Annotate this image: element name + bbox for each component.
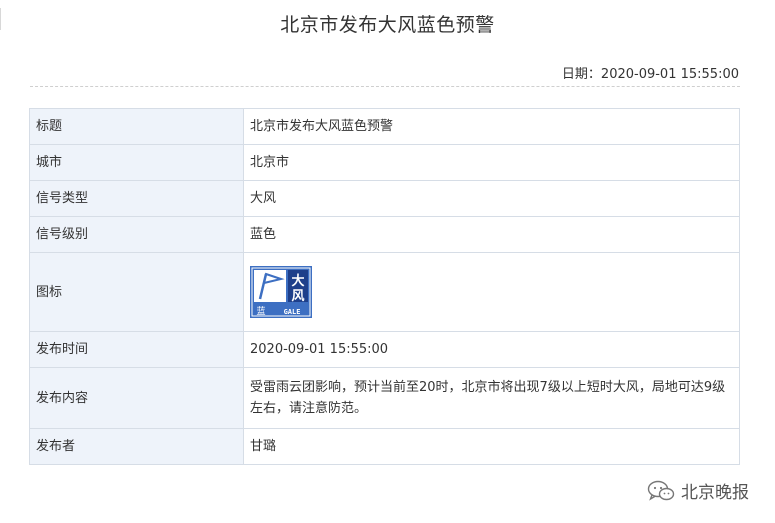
row-key: 标题: [29, 108, 244, 145]
icon-char-feng: 风: [291, 289, 304, 304]
row-key: 发布时间: [29, 331, 244, 368]
row-value: 北京市: [243, 144, 740, 181]
row-key: 信号类型: [29, 180, 244, 217]
icon-level-char: 蓝: [256, 305, 265, 317]
watermark-text: 北京晚报: [681, 483, 749, 503]
row-value: 蓝色: [243, 216, 740, 253]
row-value: 受雷雨云团影响，预计当前至20时，北京市将出现7级以上短时大风，局地可达9级左右…: [243, 367, 740, 429]
gale-blue-warning-icon: 大 风 蓝 GALE: [250, 266, 312, 318]
source-watermark: 北京晚报: [647, 478, 749, 503]
warning-info-table: 标题 北京市发布大风蓝色预警 城市 北京市 信号类型 大风 信号级别 蓝色 图标: [29, 108, 740, 465]
table-row-city: 城市 北京市: [29, 144, 740, 181]
row-value: 大风: [243, 180, 740, 217]
publish-date: 日期：2020-09-01 15:55:00: [561, 67, 739, 82]
wechat-icon: [647, 480, 675, 501]
table-row-icon: 图标 大 风 蓝 GALE: [29, 252, 740, 332]
row-key: 城市: [29, 144, 244, 181]
table-row-signal-type: 信号类型 大风: [29, 180, 740, 217]
table-row-publisher: 发布者 甘璐: [29, 428, 740, 465]
row-key: 图标: [29, 252, 244, 332]
page-title: 北京市发布大风蓝色预警: [280, 14, 495, 36]
row-value: 2020-09-01 15:55:00: [243, 331, 740, 368]
row-key: 发布者: [29, 428, 244, 465]
row-value: 甘璐: [243, 428, 740, 465]
dashed-divider: [30, 86, 740, 87]
icon-english-label: GALE: [284, 308, 301, 316]
table-row-title: 标题 北京市发布大风蓝色预警: [29, 108, 740, 145]
icon-char-da: 大: [291, 273, 304, 289]
table-row-publish-time: 发布时间 2020-09-01 15:55:00: [29, 331, 740, 368]
table-row-content: 发布内容 受雷雨云团影响，预计当前至20时，北京市将出现7级以上短时大风，局地可…: [29, 367, 740, 429]
warning-page: 北京市发布大风蓝色预警 日期：2020-09-01 15:55:00 标题 北京…: [0, 0, 775, 523]
row-value: 大 风 蓝 GALE: [243, 252, 740, 332]
table-row-signal-level: 信号级别 蓝色: [29, 216, 740, 253]
row-value: 北京市发布大风蓝色预警: [243, 108, 740, 145]
row-key: 信号级别: [29, 216, 244, 253]
row-key: 发布内容: [29, 367, 244, 429]
